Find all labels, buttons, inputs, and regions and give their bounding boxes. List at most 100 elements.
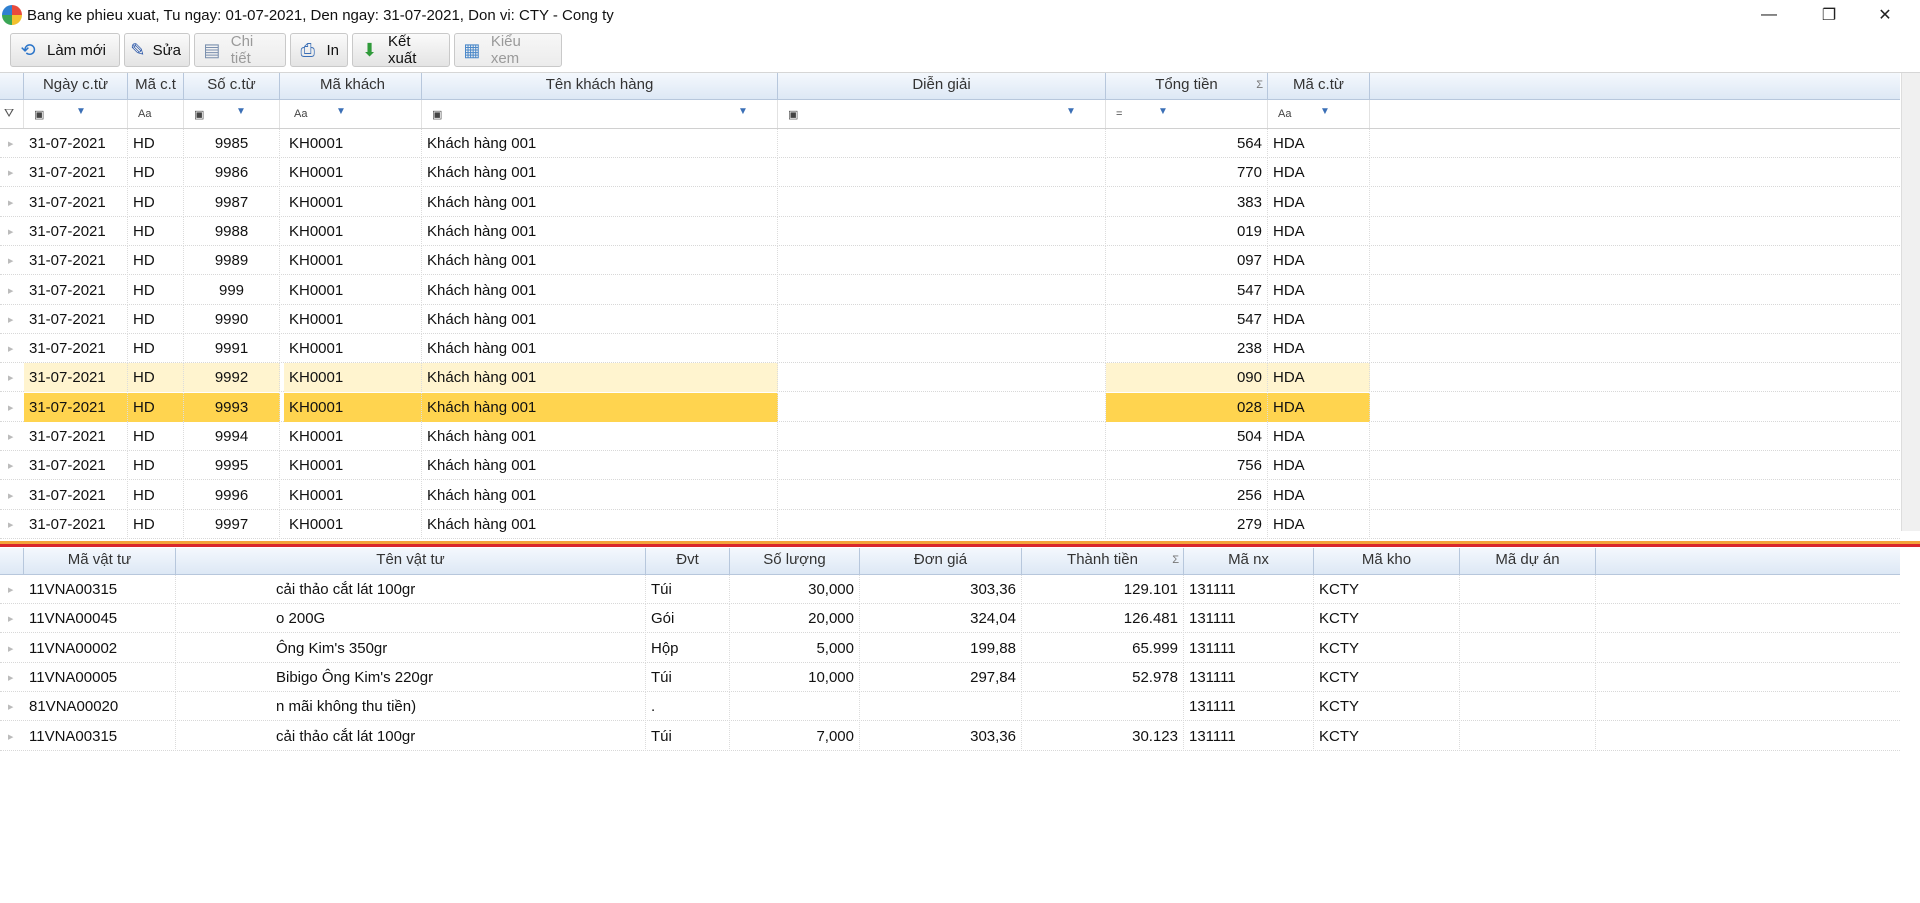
master-scrollbar[interactable] — [1901, 73, 1920, 531]
column-header[interactable]: Đvt — [646, 548, 730, 574]
table-cell: KH0001 — [284, 158, 422, 188]
table-cell — [778, 187, 1106, 217]
column-header[interactable]: Tên khách hàng — [422, 73, 778, 99]
table-row[interactable]: ▶ 11VNA00005 Bibigo Ông Kim's 220gr Túi 10,0… — [0, 662, 1900, 692]
table-row[interactable]: ▶ 31-07-2021 HD 9994 KH0001 Khách hàng 001 504… — [0, 422, 1900, 451]
column-header-label: Đvt — [676, 551, 699, 568]
print-button[interactable]: ⎙ In — [290, 33, 348, 67]
table-cell: HDA — [1268, 422, 1370, 451]
value-filter-icon: ▣ — [788, 109, 799, 121]
column-header[interactable]: Đơn giá — [860, 548, 1022, 574]
table-row[interactable]: ▶ 31-07-2021 HD 9991 KH0001 Khách hàng 001 238… — [0, 334, 1900, 364]
minimize-button[interactable]: — — [1746, 0, 1792, 30]
table-cell: Túi — [646, 575, 730, 604]
filter-cell[interactable]: ▣ ▼ — [24, 100, 128, 128]
filter-cell[interactable]: ▣ ▼ — [422, 100, 778, 128]
table-cell: HD — [128, 275, 184, 305]
table-cell: 090 — [1106, 363, 1268, 393]
filter-cell[interactable]: ▣ ▼ — [184, 100, 280, 128]
table-row[interactable]: ▶ 31-07-2021 HD 9992 KH0001 Khách hàng 001 090… — [0, 363, 1900, 393]
table-cell: HD — [128, 451, 184, 481]
table-cell: 5,000 — [730, 633, 860, 663]
column-header[interactable]: Mã khách — [284, 73, 422, 99]
edit-button[interactable]: ✎ Sửa — [124, 33, 190, 67]
refresh-button[interactable]: ⟲ Làm mới — [10, 33, 120, 67]
chevron-down-icon[interactable]: ▼ — [76, 106, 86, 117]
filter-cell[interactable]: Aa ▼ — [284, 100, 422, 128]
table-cell: 52.978 — [1022, 662, 1184, 692]
close-button[interactable]: ✕ — [1862, 0, 1908, 30]
refresh-label: Làm mới — [47, 41, 107, 59]
table-cell — [778, 509, 1106, 539]
table-cell: KCTY — [1314, 721, 1460, 751]
table-row[interactable]: ▶ 31-07-2021 HD 9996 KH0001 Khách hàng 001 256… — [0, 480, 1900, 510]
column-header[interactable]: Thành tiền Σ — [1022, 548, 1184, 574]
row-indicator: ▶ — [8, 492, 14, 500]
column-header[interactable]: Diễn giải — [778, 73, 1106, 99]
export-button[interactable]: ⬇ Kết xuất — [352, 33, 450, 67]
splitter[interactable] — [0, 544, 1920, 547]
column-header-label: Mã khách — [319, 76, 386, 93]
table-cell: HDA — [1268, 334, 1370, 364]
chevron-down-icon[interactable]: ▼ — [1158, 106, 1168, 117]
row-indicator: ▶ — [8, 316, 14, 324]
table-row[interactable]: ▶ 31-07-2021 HD 9993 KH0001 Khách hàng 001 028… — [0, 392, 1900, 422]
chevron-down-icon[interactable]: ▼ — [1066, 106, 1076, 117]
column-header[interactable]: Mã dự án — [1460, 548, 1596, 574]
table-cell: 383 — [1106, 187, 1268, 217]
column-header[interactable]: Tổng tiền Σ — [1106, 73, 1268, 99]
column-header[interactable]: Số c.từ — [184, 73, 280, 99]
table-row[interactable]: ▶ 31-07-2021 HD 9990 KH0001 Khách hàng 001 547… — [0, 304, 1900, 334]
chevron-down-icon[interactable]: ▼ — [336, 106, 346, 117]
table-cell — [778, 480, 1106, 510]
table-cell — [778, 422, 1106, 451]
filter-icon[interactable]: ⛛ — [0, 100, 24, 128]
sum-icon: Σ — [1172, 554, 1179, 566]
table-row[interactable]: ▶ 31-07-2021 HD 9997 KH0001 Khách hàng 001 279… — [0, 509, 1900, 539]
detail-button[interactable]: ▤ Chi tiết — [194, 33, 286, 67]
table-row[interactable]: ▶ 31-07-2021 HD 9985 KH0001 Khách hàng 001 564… — [0, 129, 1900, 158]
row-indicator: ▶ — [8, 704, 14, 712]
column-header[interactable]: Mã vật tư — [24, 548, 176, 574]
table-cell: HDA — [1268, 509, 1370, 539]
row-indicator: ▶ — [8, 258, 14, 266]
table-row[interactable]: ▶ 31-07-2021 HD 9995 KH0001 Khách hàng 001 756… — [0, 451, 1900, 481]
filter-cell[interactable]: = ▼ — [1106, 100, 1268, 128]
row-indicator: ▶ — [8, 463, 14, 471]
chevron-down-icon[interactable]: ▼ — [1320, 106, 1330, 117]
table-cell: 31-07-2021 — [24, 363, 128, 393]
table-row[interactable]: ▶ 11VNA00315 cải thảo cắt lát 100gr Túi 30,0… — [0, 575, 1900, 604]
table-row[interactable]: ▶ 11VNA00315 cải thảo cắt lát 100gr Túi 7,00… — [0, 721, 1900, 751]
column-header[interactable]: Mã nx — [1184, 548, 1314, 574]
chevron-down-icon[interactable]: ▼ — [236, 106, 246, 117]
restore-button[interactable]: ❐ — [1806, 0, 1852, 30]
table-cell: 756 — [1106, 451, 1268, 481]
refresh-icon: ⟲ — [20, 39, 36, 60]
column-header[interactable]: Mã c.từ — [1268, 73, 1370, 99]
table-row[interactable]: ▶ 31-07-2021 HD 9989 KH0001 Khách hàng 001 097… — [0, 246, 1900, 276]
chevron-down-icon[interactable]: ▼ — [738, 106, 748, 117]
column-header[interactable]: Số lượng — [730, 548, 860, 574]
column-header[interactable]: Mã kho — [1314, 548, 1460, 574]
table-row[interactable]: ▶ 31-07-2021 HD 9988 KH0001 Khách hàng 001 019… — [0, 216, 1900, 246]
filter-cell[interactable]: Aa ▼ — [1268, 100, 1370, 128]
table-cell — [1460, 662, 1596, 692]
column-header[interactable]: Ngày c.từ — [24, 73, 128, 99]
table-cell — [778, 304, 1106, 334]
column-header[interactable]: Mã c.t — [128, 73, 184, 99]
filter-cell[interactable]: Aa — [128, 100, 184, 128]
filter-cell[interactable]: ▣ ▼ — [778, 100, 1106, 128]
table-cell: 303,36 — [860, 721, 1022, 751]
table-cell: 256 — [1106, 480, 1268, 510]
print-label: In — [326, 41, 339, 59]
column-header[interactable]: Tên vật tư — [176, 548, 646, 574]
view-button[interactable]: ▦ Kiểu xem — [454, 33, 562, 67]
table-row[interactable]: ▶ 31-07-2021 HD 9987 KH0001 Khách hàng 001 383… — [0, 187, 1900, 217]
table-row[interactable]: ▶ 11VNA00045 o 200G Gói 20,000 324,04 126.481 1… — [0, 604, 1900, 634]
table-cell: Khách hàng 001 — [422, 187, 778, 217]
table-row[interactable]: ▶ 31-07-2021 HD 9986 KH0001 Khách hàng 001 770… — [0, 158, 1900, 188]
table-row[interactable]: ▶ 31-07-2021 HD 999 KH0001 Khách hàng 001 547 H… — [0, 275, 1900, 305]
table-row[interactable]: ▶ 11VNA00002 Ông Kim's 350gr Hộp 5,000 199,88… — [0, 633, 1900, 663]
table-cell: 238 — [1106, 334, 1268, 364]
table-row[interactable]: ▶ 81VNA00020 n mãi không thu tiền). 131111 K… — [0, 692, 1900, 722]
